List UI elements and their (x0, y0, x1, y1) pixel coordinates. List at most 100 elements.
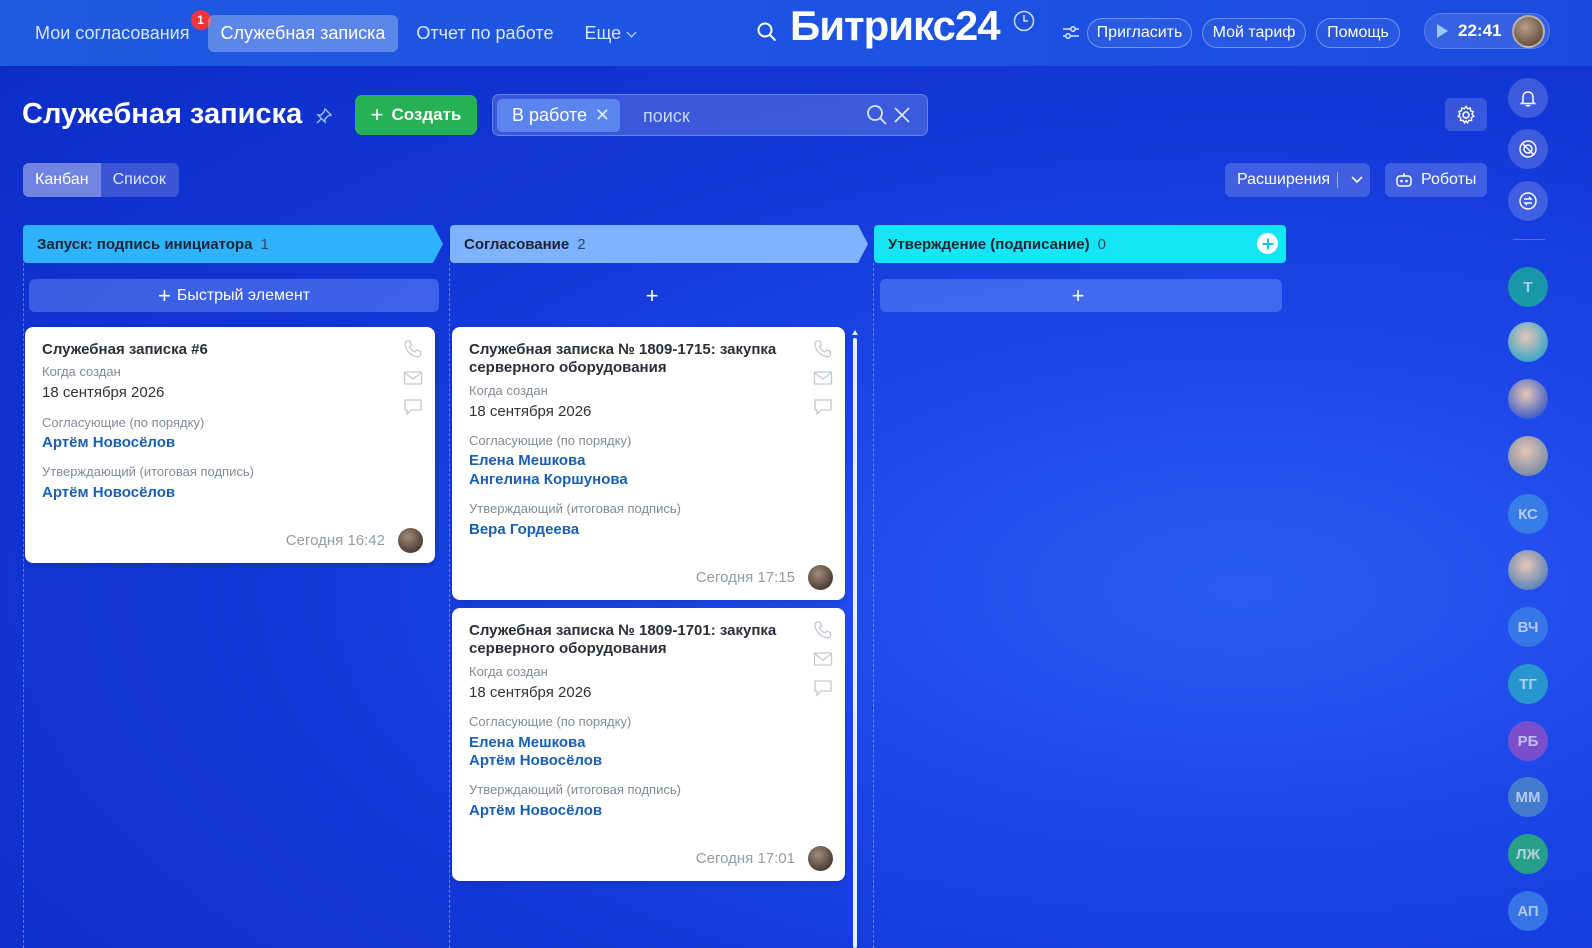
avatar[interactable] (808, 565, 833, 590)
approvers-label: Согласующие (по порядку) (469, 433, 632, 448)
scroll-up-icon[interactable] (852, 330, 858, 335)
mail-icon[interactable] (403, 368, 423, 388)
plus-icon: + (645, 282, 659, 308)
avatar[interactable] (398, 528, 423, 553)
divider (1337, 172, 1338, 188)
messenger-button[interactable] (1508, 181, 1548, 221)
column-scrollbar[interactable] (852, 330, 858, 948)
create-button[interactable]: + Создать (355, 95, 477, 135)
search-input[interactable] (643, 104, 853, 128)
created-label: Когда создан (469, 664, 548, 679)
kanban-column-header[interactable]: Согласование 2 (450, 225, 868, 263)
tariff-button[interactable]: Мой тариф (1202, 18, 1306, 48)
notifications-button[interactable] (1508, 78, 1548, 118)
signer-label: Утверждающий (итоговая подпись) (469, 782, 681, 797)
chat-icon[interactable] (403, 397, 423, 417)
contact-avatar[interactable] (1508, 322, 1548, 362)
create-label: Создать (391, 105, 462, 124)
contact-initials: ТГ (1519, 675, 1537, 693)
contact-avatar[interactable]: АП (1508, 891, 1548, 931)
card-title[interactable]: Служебная записка № 1809-1715: закупка с… (469, 341, 799, 377)
mail-icon[interactable] (813, 368, 833, 388)
help-button[interactable]: Помощь (1316, 18, 1400, 48)
signer-link[interactable]: Артём Новосёлов (42, 484, 175, 501)
contact-avatar[interactable]: ЛЖ (1508, 834, 1548, 874)
close-icon[interactable]: ✕ (595, 105, 610, 126)
signer-link[interactable]: Вера Гордеева (469, 521, 579, 538)
settings-button[interactable] (1445, 98, 1487, 131)
chat-icon[interactable] (813, 397, 833, 417)
card-actions (813, 620, 835, 707)
nav-work-report[interactable]: Отчет по работе (403, 15, 566, 52)
nav-label: Мои согласования (35, 22, 190, 43)
approver-link[interactable]: Елена Мешкова (469, 452, 585, 469)
card-actions (813, 339, 835, 426)
phone-icon[interactable] (813, 339, 833, 359)
approver-link[interactable]: Ангелина Коршунова (469, 471, 628, 488)
contact-initials: РБ (1517, 732, 1539, 750)
avatar[interactable] (808, 846, 833, 871)
quick-add-button[interactable]: + Быстрый элемент (29, 279, 439, 312)
nav-more[interactable]: Еще (571, 15, 648, 52)
tab-kanban[interactable]: Канбан (23, 163, 101, 197)
bell-icon (1519, 91, 1537, 107)
column-divider (449, 263, 450, 948)
clock-icon[interactable] (1013, 10, 1035, 32)
contact-avatar[interactable] (1508, 436, 1548, 476)
kanban-card[interactable]: Служебная записка № 1809-1701: закупка с… (452, 608, 845, 881)
filter-search-box[interactable]: В работе ✕ (492, 94, 928, 136)
clear-icon[interactable] (893, 106, 911, 124)
robots-button[interactable]: Роботы (1385, 163, 1487, 197)
tab-list[interactable]: Список (101, 163, 178, 197)
add-card-button[interactable]: + (880, 279, 1282, 312)
card-title[interactable]: Служебная записка № 1809-1701: закупка с… (469, 622, 799, 658)
gear-icon (1457, 104, 1475, 124)
user-avatar[interactable] (1512, 15, 1545, 48)
contact-avatar[interactable]: КС (1508, 494, 1548, 534)
approver-link[interactable]: Елена Мешкова (469, 734, 585, 751)
kanban-card[interactable]: Служебная записка #6 Когда создан 18 сен… (25, 327, 435, 563)
chevron-down-icon[interactable] (1350, 173, 1364, 187)
card-title[interactable]: Служебная записка #6 (42, 341, 372, 359)
scroll-thumb[interactable] (853, 338, 857, 948)
search-icon[interactable] (866, 104, 888, 126)
add-column-icon[interactable] (1257, 233, 1278, 254)
card-actions (403, 339, 425, 426)
phone-icon[interactable] (403, 339, 423, 359)
search-icon[interactable] (757, 22, 777, 42)
copilot-button[interactable] (1508, 129, 1548, 169)
approver-link[interactable]: Артём Новосёлов (469, 752, 602, 769)
chat-icon[interactable] (813, 678, 833, 698)
contact-initials: ЛЖ (1515, 845, 1541, 863)
contact-avatar[interactable]: ММ (1508, 777, 1548, 817)
worktime-button[interactable]: 22:41 (1424, 13, 1550, 49)
contact-avatar[interactable]: Т (1508, 267, 1548, 307)
view-switcher: Канбан Список (23, 163, 179, 197)
kanban-column-header[interactable]: Утверждение (подписание) 0 (874, 225, 1286, 263)
approver-link[interactable]: Артём Новосёлов (42, 434, 175, 451)
kanban-column-header[interactable]: Запуск: подпись инициатора 1 (23, 225, 443, 263)
kanban-card[interactable]: Служебная записка № 1809-1715: закупка с… (452, 327, 845, 600)
nav-label: Служебная записка (220, 22, 386, 43)
page-title: Служебная записка (22, 98, 303, 130)
column-title: Утверждение (подписание) (888, 235, 1090, 253)
contact-avatar[interactable] (1508, 550, 1548, 590)
contact-initials: КС (1518, 505, 1538, 523)
contact-avatar[interactable] (1508, 379, 1548, 419)
mail-icon[interactable] (813, 649, 833, 669)
approvers-label: Согласующие (по порядку) (469, 714, 632, 729)
contact-avatar[interactable]: РБ (1508, 721, 1548, 761)
contact-avatar[interactable]: ТГ (1508, 664, 1548, 704)
nav-memo[interactable]: Служебная записка (207, 14, 399, 52)
robots-label: Роботы (1421, 171, 1477, 188)
filter-chip[interactable]: В работе ✕ (497, 99, 620, 132)
pin-icon[interactable] (315, 107, 333, 125)
add-card-button[interactable]: + (455, 279, 855, 312)
sliders-icon[interactable] (1062, 24, 1080, 42)
invite-button[interactable]: Пригласить (1087, 18, 1192, 48)
nav-my-approvals[interactable]: Мои согласования 1 (22, 9, 211, 52)
phone-icon[interactable] (813, 620, 833, 640)
contact-avatar[interactable]: ВЧ (1508, 607, 1548, 647)
extensions-button[interactable]: Расширения (1225, 163, 1370, 197)
signer-link[interactable]: Артём Новосёлов (469, 802, 602, 819)
